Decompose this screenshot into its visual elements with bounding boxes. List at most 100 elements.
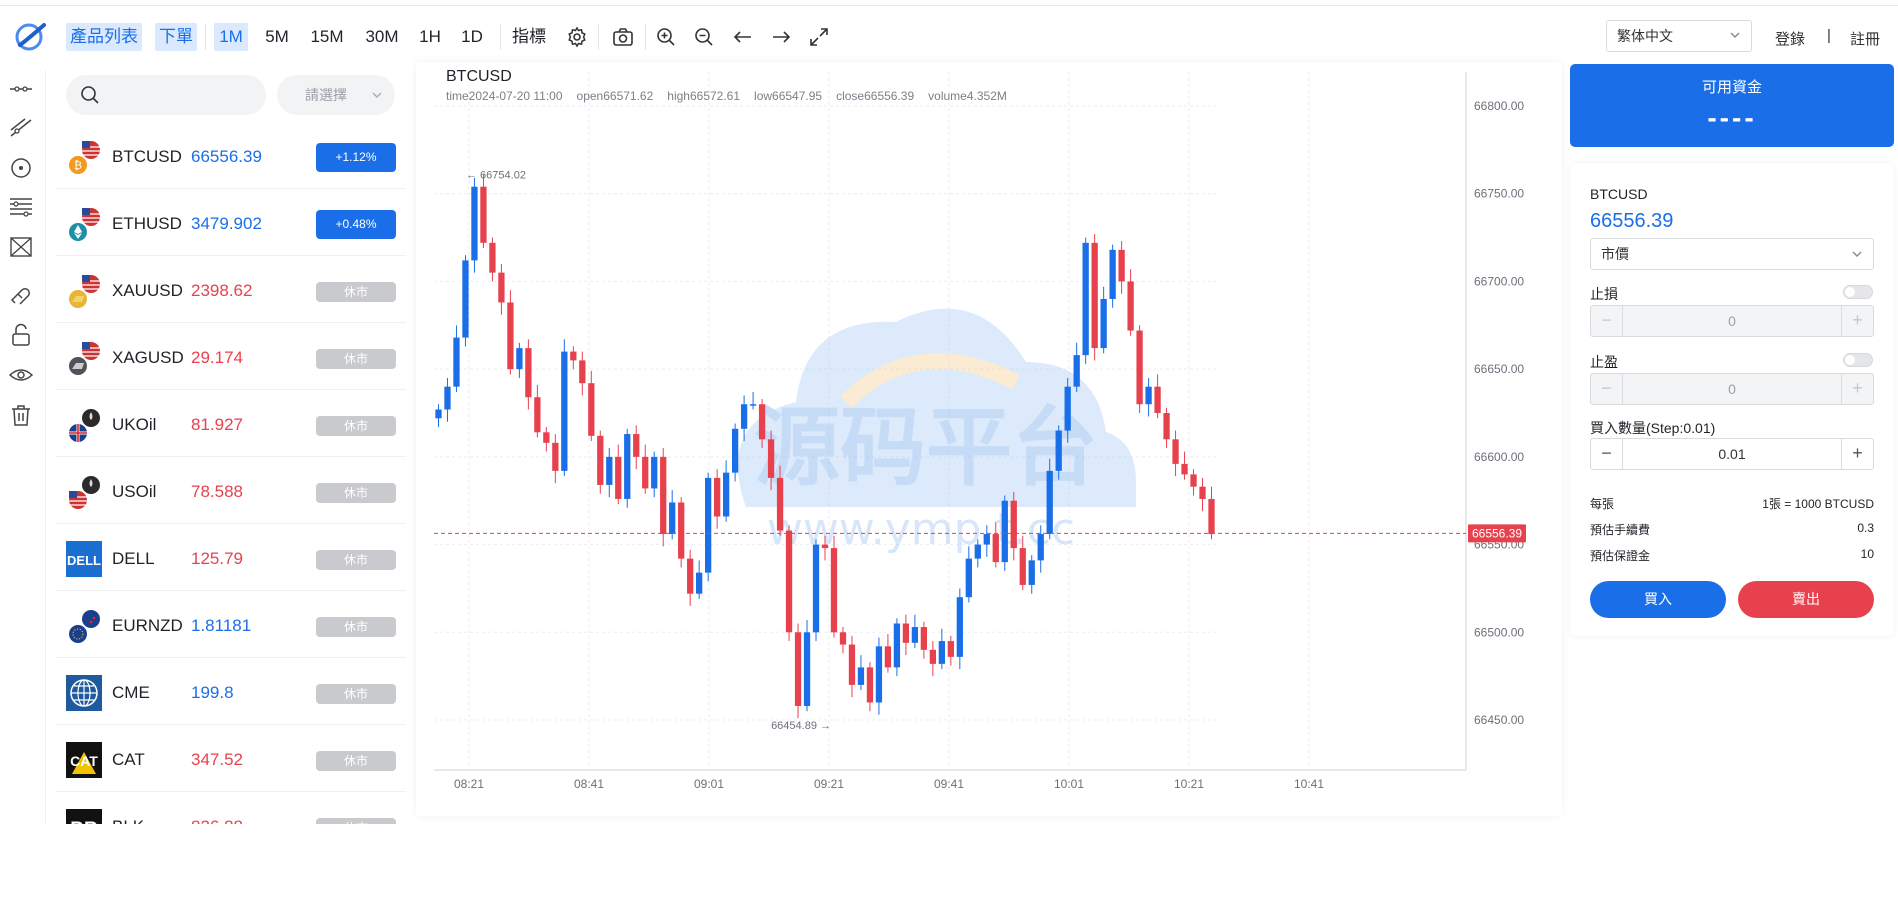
trash-icon[interactable] <box>8 402 34 428</box>
chart-symbol: BTCUSD <box>446 68 512 85</box>
quantity-stepper[interactable]: − 0.01 + <box>1590 438 1874 470</box>
candle-body <box>857 667 865 685</box>
stop-loss-stepper[interactable]: − 0 + <box>1590 305 1874 337</box>
link-separator: | <box>1827 27 1831 44</box>
timeframe-15m[interactable]: 15M <box>308 23 346 51</box>
watermark-text: 源码平台 <box>754 398 1098 498</box>
candle-body <box>633 434 640 457</box>
register-link[interactable]: 註冊 <box>1850 28 1880 49</box>
svg-text:CAT: CAT <box>70 753 98 769</box>
product-row-usoil[interactable]: USOil 78.588 休市 <box>56 459 406 524</box>
camera-icon[interactable] <box>611 25 635 49</box>
take-profit-increment[interactable]: + <box>1841 374 1873 404</box>
candle-body <box>453 337 460 387</box>
take-profit-toggle[interactable] <box>1843 353 1873 367</box>
candle <box>794 623 802 719</box>
candlestick-chart[interactable]: 66800.00 66750.00 66700.00 66650.00 66600.00… <box>416 62 1562 816</box>
fullscreen-icon[interactable] <box>807 25 831 49</box>
candle-body <box>669 502 676 535</box>
candle-body <box>660 456 667 535</box>
candle-body <box>651 456 658 489</box>
candle <box>678 497 685 568</box>
candle-body <box>956 597 963 657</box>
timeframe-5m[interactable]: 5M <box>262 23 292 51</box>
ohlc-time: time2024-07-20 11:00 <box>446 89 563 103</box>
buy-button[interactable]: 買入 <box>1590 581 1726 618</box>
take-profit-value[interactable]: 0 <box>1623 374 1841 404</box>
candle <box>1136 325 1143 413</box>
language-select[interactable]: 繁体中文 <box>1606 20 1752 52</box>
product-price: 1.81181 <box>191 616 252 635</box>
take-profit-decrement[interactable]: − <box>1591 374 1623 404</box>
take-profit-stepper[interactable]: − 0 + <box>1590 373 1874 405</box>
current-price-text: 66556.39 <box>1472 526 1522 540</box>
candle <box>902 614 910 656</box>
product-row-cme[interactable]: CME 199.8 休市 <box>56 660 406 725</box>
top-border <box>0 0 1898 6</box>
candle <box>1181 451 1188 480</box>
product-row-xauusd[interactable]: XAUUSD 2398.62 休市 <box>56 258 406 323</box>
stop-loss-value[interactable]: 0 <box>1623 306 1841 336</box>
place-order-button[interactable]: 下單 <box>155 23 197 51</box>
timeframe-30m[interactable]: 30M <box>362 23 402 51</box>
available-funds-card: 可用資金 ---- <box>1570 64 1894 147</box>
stop-loss-decrement[interactable]: − <box>1591 306 1623 336</box>
product-row-cat[interactable]: CAT CAT 347.52 休市 <box>56 727 406 792</box>
circle-tool-icon[interactable] <box>8 155 34 181</box>
candle <box>1199 477 1206 512</box>
candle-body <box>462 260 469 338</box>
zoom-out-icon[interactable] <box>692 25 716 49</box>
market-closed-badge: 休市 <box>316 483 396 503</box>
zoom-in-icon[interactable] <box>654 25 678 49</box>
settings-icon[interactable] <box>565 25 589 49</box>
pattern-tool-icon[interactable] <box>8 234 34 260</box>
product-row-dell[interactable]: DELL DELL 125.79 休市 <box>56 526 406 591</box>
product-name: CME <box>112 683 150 702</box>
order-type-value: 市價 <box>1601 246 1629 262</box>
candle-body <box>642 456 649 489</box>
login-link[interactable]: 登錄 <box>1775 28 1805 49</box>
y-tick-label: 66700.00 <box>1474 274 1524 288</box>
product-row-btcusd[interactable]: ₿ BTCUSD 66556.39 +1.12% <box>56 124 406 189</box>
candle <box>696 560 703 599</box>
lock-icon[interactable] <box>8 323 34 349</box>
product-price: 29.174 <box>191 348 243 367</box>
indicator-button[interactable]: 指標 <box>510 23 548 51</box>
stop-loss-increment[interactable]: + <box>1841 306 1873 336</box>
product-row-ethusd[interactable]: ETHUSD 3479.902 +0.48% <box>56 191 406 256</box>
product-row-ukoil[interactable]: UKOil 81.927 休市 <box>56 392 406 457</box>
divider <box>598 24 599 50</box>
horizontal-line-icon[interactable] <box>8 76 34 102</box>
candle-body <box>929 649 937 664</box>
candle-body <box>552 442 559 471</box>
chevron-down-icon <box>1852 251 1862 257</box>
fibonacci-icon[interactable] <box>8 194 34 220</box>
quantity-decrement[interactable]: − <box>1591 439 1623 469</box>
timeframe-1h[interactable]: 1H <box>416 23 444 51</box>
search-input[interactable] <box>66 75 266 115</box>
info-value: 0.3 <box>1857 521 1874 535</box>
product-row-blk[interactable]: BR BLK 826.88 休市 <box>56 794 406 824</box>
sell-button[interactable]: 賣出 <box>1738 581 1874 618</box>
candle-body <box>435 409 442 419</box>
product-row-eurnzd[interactable]: EURNZD 1.81181 休市 <box>56 593 406 658</box>
candle-body <box>1028 560 1035 585</box>
quantity-increment[interactable]: + <box>1841 439 1873 469</box>
arrow-right-icon[interactable] <box>769 25 793 49</box>
x-tick-label: 09:01 <box>694 777 724 791</box>
candle-body <box>803 632 811 706</box>
bitcoin-us-flag-icon: ₿ <box>69 141 100 174</box>
eye-icon[interactable] <box>8 362 34 388</box>
trend-line-icon[interactable] <box>8 115 34 141</box>
product-list-button[interactable]: 產品列表 <box>66 23 142 51</box>
order-type-select[interactable]: 市價 <box>1590 238 1874 270</box>
category-filter-select[interactable]: 請選擇 <box>277 75 395 115</box>
product-row-xagusd[interactable]: XAGUSD 29.174 休市 <box>56 325 406 390</box>
timeframe-1d[interactable]: 1D <box>458 23 486 51</box>
quantity-value[interactable]: 0.01 <box>1623 439 1841 469</box>
magnet-icon[interactable] <box>8 282 34 308</box>
stop-loss-toggle[interactable] <box>1843 285 1873 299</box>
arrow-left-icon[interactable] <box>731 25 755 49</box>
toolbar: 產品列表 下單 1M 5M 15M 30M 1H 1D 指標 繁体中文 登錄 |… <box>0 7 1898 63</box>
timeframe-1m[interactable]: 1M <box>214 23 248 51</box>
